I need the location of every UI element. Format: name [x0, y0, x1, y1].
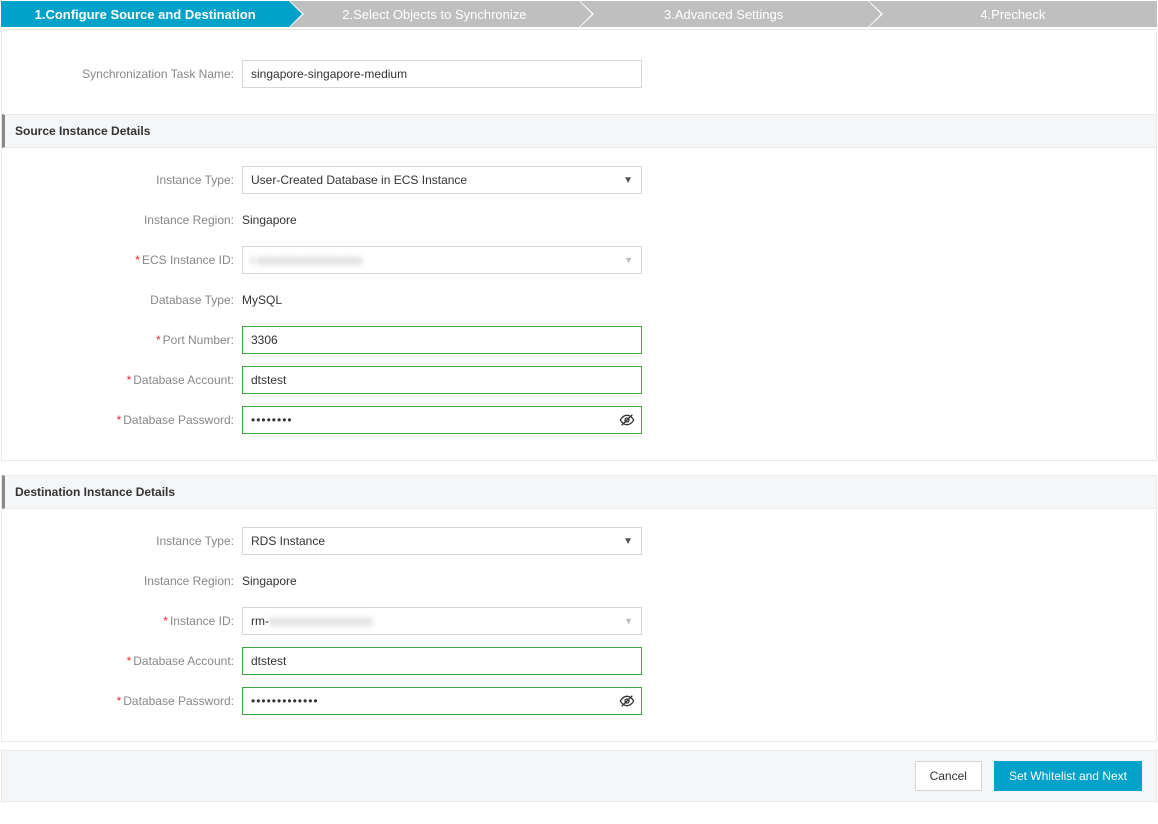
label-source-db-account: *Database Account: [2, 373, 242, 387]
input-dest-db-account[interactable] [242, 647, 642, 675]
destination-header: Destination Instance Details [2, 475, 1156, 509]
wizard-stepper: 1.Configure Source and Destination 2.Sel… [0, 0, 1158, 28]
step-3[interactable]: 3.Advanced Settings [580, 1, 868, 27]
row-dest-db-account: *Database Account: [2, 647, 1156, 675]
row-port-number: *Port Number: [2, 326, 1156, 354]
row-dest-region: Instance Region: Singapore [2, 567, 1156, 595]
select-value: User-Created Database in ECS Instance [251, 173, 467, 187]
label-dest-instance-type: Instance Type: [2, 534, 242, 548]
step-1[interactable]: 1.Configure Source and Destination [1, 1, 289, 27]
label-port-number: *Port Number: [2, 333, 242, 347]
cancel-button[interactable]: Cancel [915, 761, 982, 791]
input-source-db-account[interactable] [242, 366, 642, 394]
row-source-db-password: *Database Password: [2, 406, 1156, 434]
row-database-type: Database Type: MySQL [2, 286, 1156, 314]
label-source-region: Instance Region: [2, 213, 242, 227]
row-task-name: Synchronization Task Name: [2, 54, 1156, 94]
source-header: Source Instance Details [2, 114, 1156, 148]
row-source-region: Instance Region: Singapore [2, 206, 1156, 234]
footer-bar: Cancel Set Whitelist and Next [1, 750, 1157, 802]
step-4[interactable]: 4.Precheck [869, 1, 1157, 27]
chevron-down-icon: ▼ [624, 255, 633, 265]
row-dest-instance-id: *Instance ID: rm-xxxxxxxxxxxxxxxx ▼ [2, 607, 1156, 635]
text-source-region: Singapore [242, 209, 642, 231]
set-whitelist-next-button[interactable]: Set Whitelist and Next [994, 761, 1142, 791]
row-dest-db-password: *Database Password: [2, 687, 1156, 715]
combo-value: rm-xxxxxxxxxxxxxxxx [251, 614, 373, 628]
row-source-instance-type: Instance Type: User-Created Database in … [2, 166, 1156, 194]
row-ecs-instance-id: *ECS Instance ID: i-xxxxxxxxxxxxxxxx ▼ [2, 246, 1156, 274]
label-source-instance-type: Instance Type: [2, 173, 242, 187]
combo-value: i-xxxxxxxxxxxxxxxx [251, 253, 363, 267]
text-database-type: MySQL [242, 289, 642, 311]
chevron-down-icon: ▼ [624, 616, 633, 626]
chevron-down-icon: ▼ [623, 536, 633, 547]
select-dest-instance-type[interactable]: RDS Instance ▼ [242, 527, 642, 555]
input-port-number[interactable] [242, 326, 642, 354]
row-dest-instance-type: Instance Type: RDS Instance ▼ [2, 527, 1156, 555]
combo-ecs-instance-id[interactable]: i-xxxxxxxxxxxxxxxx ▼ [242, 246, 642, 274]
label-ecs-instance-id: *ECS Instance ID: [2, 253, 242, 267]
combo-dest-instance-id[interactable]: rm-xxxxxxxxxxxxxxxx ▼ [242, 607, 642, 635]
label-task-name: Synchronization Task Name: [2, 67, 242, 81]
input-source-db-password[interactable] [242, 406, 642, 434]
select-source-instance-type[interactable]: User-Created Database in ECS Instance ▼ [242, 166, 642, 194]
select-value: RDS Instance [251, 534, 325, 548]
config-panel-destination: Destination Instance Details Instance Ty… [1, 475, 1157, 742]
step-2[interactable]: 2.Select Objects to Synchronize [290, 1, 578, 27]
input-dest-db-password[interactable] [242, 687, 642, 715]
label-source-db-password: *Database Password: [2, 413, 242, 427]
label-dest-region: Instance Region: [2, 574, 242, 588]
label-dest-instance-id: *Instance ID: [2, 614, 242, 628]
label-dest-db-account: *Database Account: [2, 654, 242, 668]
config-panel-top: Synchronization Task Name: Source Instan… [1, 29, 1157, 461]
input-task-name[interactable] [242, 60, 642, 88]
label-dest-db-password: *Database Password: [2, 694, 242, 708]
text-dest-region: Singapore [242, 570, 642, 592]
row-source-db-account: *Database Account: [2, 366, 1156, 394]
toggle-password-visibility-icon[interactable] [612, 406, 642, 434]
chevron-down-icon: ▼ [623, 175, 633, 186]
toggle-password-visibility-icon[interactable] [612, 687, 642, 715]
label-database-type: Database Type: [2, 293, 242, 307]
